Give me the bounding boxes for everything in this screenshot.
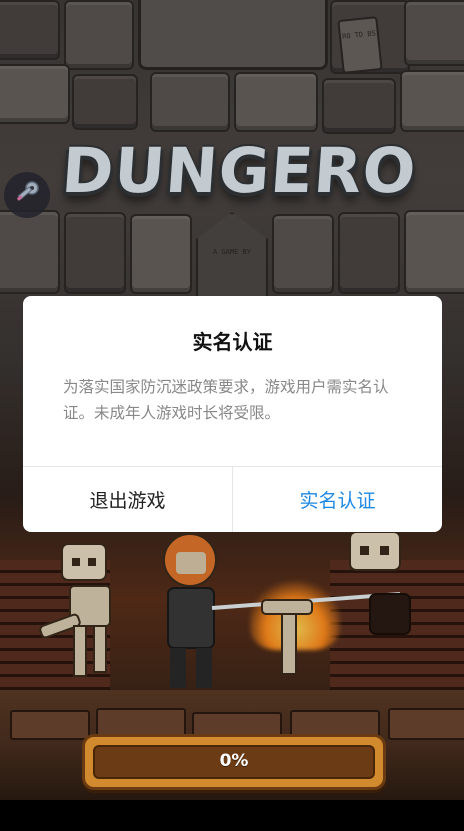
exit-game-button[interactable]: 退出游戏 bbox=[23, 467, 232, 532]
verify-identity-button[interactable]: 实名认证 bbox=[233, 467, 442, 532]
bottom-black-bar bbox=[0, 800, 464, 831]
progress-label: 0% bbox=[219, 751, 249, 771]
real-name-verification-dialog: 实名认证 为落实国家防沉迷政策要求，游戏用户需实名认证。未成年人游戏时长将受限。… bbox=[23, 296, 442, 532]
dialog-message: 为落实国家防沉迷政策要求，游戏用户需实名认证。未成年人游戏时长将受限。 bbox=[63, 378, 389, 422]
loading-progress-bar: 0% bbox=[82, 734, 386, 790]
dialog-title: 实名认证 bbox=[192, 330, 273, 354]
